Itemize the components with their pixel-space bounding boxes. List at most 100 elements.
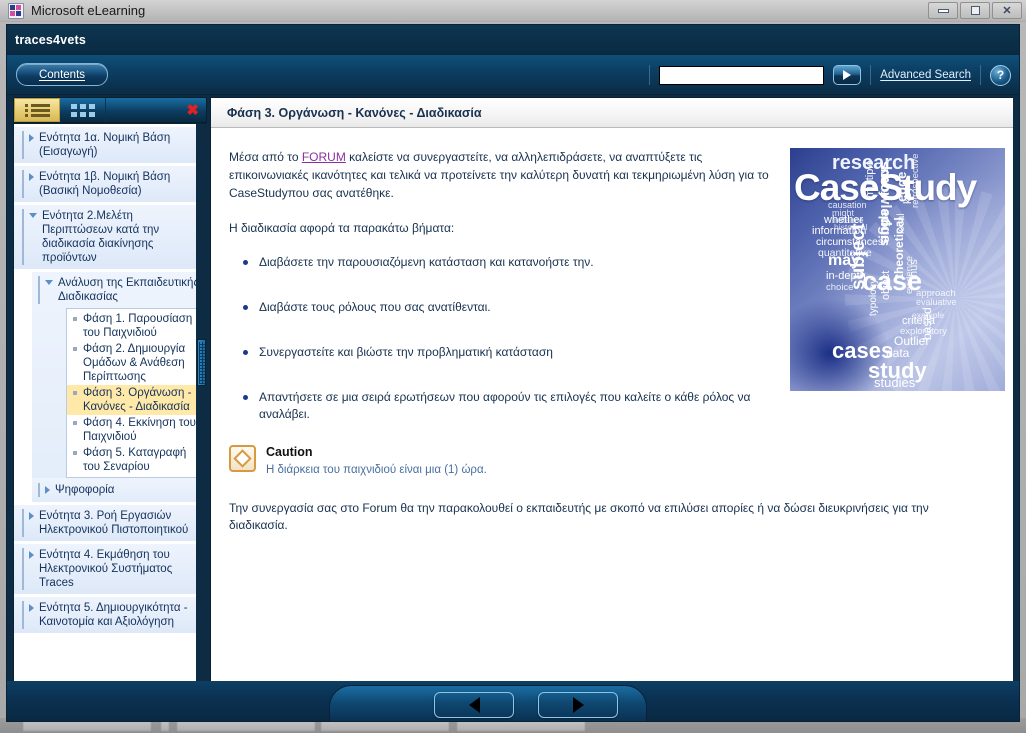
- minimize-icon: [937, 8, 949, 13]
- wordcloud-word-based: based: [920, 307, 934, 340]
- wordcloud-word-evaluative: evaluative: [916, 297, 957, 307]
- next-page-button[interactable]: [538, 692, 618, 718]
- tree-indent-bar: [22, 601, 24, 629]
- toolbar-right-group: Advanced Search ?: [649, 55, 1011, 95]
- tree-leaf-label: Φάση 2. Δημιουργία Ομάδων & Ανάθεση Περί…: [83, 343, 186, 383]
- tree-item-label: Ενότητα 2.Μελέτη Περιπτώσεων κατά την δι…: [42, 210, 160, 264]
- tree-leaf-phase-1[interactable]: Φάση 1. Παρουσίαση του Παιχνιδιού: [67, 311, 201, 341]
- tree-leaf-phase-2[interactable]: Φάση 2. Δημιουργία Ομάδων & Ανάθεση Περί…: [67, 341, 201, 385]
- wordcloud-word-key: key: [902, 186, 914, 204]
- maximize-icon: [970, 6, 980, 15]
- caution-diamond-icon: [229, 445, 256, 472]
- tree-indent-bar: [22, 509, 24, 537]
- elearning-app: traces4vets Contents Advanced Search ? ✖…: [6, 24, 1020, 722]
- intro-paragraph: Μέσα από το FORUM καλείστε να συνεργαστε…: [229, 148, 769, 202]
- chevron-right-icon[interactable]: [29, 512, 34, 520]
- chevron-right-icon[interactable]: [29, 173, 34, 181]
- tree-item-label: Ενότητα 5. Δημιουργικότητα - Καινοτομία …: [39, 602, 188, 628]
- tree-indent-bar: [22, 170, 24, 198]
- wordcloud-word-focus: focus: [876, 161, 891, 196]
- tree-indent-bar: [38, 276, 40, 304]
- chevron-down-icon[interactable]: [29, 213, 37, 218]
- tree-indent-bar: [22, 548, 24, 590]
- forum-link[interactable]: FORUM: [302, 150, 346, 164]
- wordcloud-word-typology: typology: [868, 278, 879, 316]
- minimize-button[interactable]: [928, 2, 958, 19]
- caution-callout: Caution Η διάρκεια του παιχνιδιού είναι …: [229, 445, 1015, 478]
- contents-button[interactable]: Contents: [16, 63, 108, 86]
- intro-text-before: Μέσα από το: [229, 150, 302, 164]
- chevron-right-icon[interactable]: [29, 134, 34, 142]
- microsoft-squares-icon: [8, 2, 24, 19]
- tree-leaf-label: Φάση 3. Οργάνωση - Κανόνες - Διαδικασία: [83, 387, 192, 413]
- tree-item-label: Ενότητα 1α. Νομική Βάση (Εισαγωγή): [39, 132, 171, 158]
- list-item: Απαντήσετε σε μια σειρά ερωτήσεων που αφ…: [241, 389, 786, 423]
- tree-item-voting[interactable]: Ψηφοφορία: [32, 478, 206, 502]
- tree-item-label: Ενότητα 4. Εκμάθηση του Ηλεκτρονικού Συσ…: [39, 549, 173, 589]
- chevron-right-icon[interactable]: [29, 604, 34, 612]
- play-arrow-icon: [843, 70, 852, 80]
- tab-list-view[interactable]: [14, 98, 60, 122]
- search-go-button[interactable]: [833, 65, 862, 85]
- tree-leaf-label: Φάση 1. Παρουσίαση του Παιχνιδιού: [83, 313, 193, 339]
- tree-item-unit-5[interactable]: Ενότητα 5. Δημιουργικότητα - Καινοτομία …: [14, 597, 206, 633]
- brand-name: traces4vets: [15, 33, 87, 47]
- tree-leaf-label: Φάση 4. Εκκίνηση του Παιχνιδιού: [83, 417, 196, 443]
- help-icon: ?: [996, 68, 1005, 82]
- tree-leaf-label: Φάση 5. Καταγραφή του Σεναρίου: [83, 447, 187, 473]
- window-titlebar[interactable]: Microsoft eLearning ✕: [0, 0, 1026, 21]
- tree-scrollbar-thumb[interactable]: [197, 339, 206, 386]
- help-button[interactable]: ?: [990, 64, 1011, 86]
- list-item: Διαβάστε τους ρόλους που σας ανατίθενται…: [241, 299, 786, 316]
- tree-item-unit-1b[interactable]: Ενότητα 1β. Νομική Βάση (Βασική Νομοθεσί…: [14, 166, 206, 202]
- tree-item-unit-2[interactable]: Ενότητα 2.Μελέτη Περιπτώσεων κατά την δι…: [14, 205, 206, 269]
- list-item: Διαβάσετε την παρουσιαζόμενη κατάσταση κ…: [241, 254, 786, 271]
- maximize-button[interactable]: [960, 2, 990, 19]
- toolbar-divider-3: [980, 65, 981, 85]
- tree-leaf-phase-3[interactable]: Φάση 3. Οργάνωση - Κανόνες - Διαδικασία: [67, 385, 201, 415]
- sidebar-close-button[interactable]: ✖: [186, 103, 199, 118]
- arrow-left-icon: [468, 697, 480, 713]
- tab-grid-view[interactable]: [60, 98, 106, 122]
- chevron-down-icon[interactable]: [45, 280, 53, 285]
- chevron-right-icon[interactable]: [45, 486, 50, 494]
- wordcloud-word-subject: subject: [848, 223, 869, 290]
- tree-leaf-phase-5[interactable]: Φάση 5. Καταγραφή του Σεναρίου: [67, 445, 201, 475]
- tree-leaf-phase-4[interactable]: Φάση 4. Εκκίνηση του Παιχνιδιού: [67, 415, 201, 445]
- close-button[interactable]: ✕: [992, 2, 1022, 19]
- list-view-icon: [24, 103, 50, 117]
- brand-bar: traces4vets: [7, 25, 1019, 55]
- tree-indent-bar: [22, 209, 24, 265]
- previous-page-button[interactable]: [434, 692, 514, 718]
- search-input[interactable]: [659, 65, 825, 85]
- tree-item-analysis[interactable]: Ανάλυση της Εκπαιδευτικής Διαδικασίας: [32, 272, 206, 308]
- tree-scrollbar[interactable]: [196, 124, 207, 717]
- sidebar: ✖ Ενότητα 1α. Νομική Βάση (Εισαγωγή) Ενό…: [13, 97, 207, 717]
- chevron-right-icon[interactable]: [29, 551, 34, 559]
- wordcloud-word-thus: thus: [908, 259, 920, 280]
- tree-item-unit-4[interactable]: Ενότητα 4. Εκμάθηση του Ηλεκτρονικού Συσ…: [14, 544, 206, 594]
- content-body: Μέσα από το FORUM καλείστε να συνεργαστε…: [211, 128, 1015, 534]
- tree-item-unit-3[interactable]: Ενότητα 3. Ροή Εργασιών Ηλεκτρονικού Πισ…: [14, 505, 206, 541]
- caution-text-group: Caution Η διάρκεια του παιχνιδιού είναι …: [266, 445, 487, 478]
- page-title: Φάση 3. Οργάνωση - Κανόνες - Διαδικασία: [227, 105, 482, 120]
- scrollbar-grip-icon: [199, 342, 205, 384]
- diamond-shape: [233, 449, 252, 468]
- caution-title: Caution: [266, 445, 313, 459]
- wordcloud-word-studies: studies: [874, 375, 916, 390]
- leaf-bullet-icon: [73, 391, 77, 395]
- advanced-search-link[interactable]: Advanced Search: [880, 69, 971, 81]
- leaf-bullet-icon: [73, 347, 77, 351]
- toolbar-divider-1: [649, 65, 651, 85]
- steps-intro-paragraph: Η διαδικασία αφορά τα παρακάτω βήματα:: [229, 221, 455, 235]
- wordcloud-word-local: local: [896, 213, 907, 234]
- wordcloud-word-multiple: multiple: [864, 160, 876, 198]
- tree-indent-bar: [38, 483, 40, 497]
- tree-item-unit-1a[interactable]: Ενότητα 1α. Νομική Βάση (Εισαγωγή): [14, 127, 206, 163]
- caution-body: Η διάρκεια του παιχνιδιού είναι μια (1) …: [266, 464, 487, 476]
- case-study-word-cloud: research CaseStudy knowledge focus edge …: [790, 148, 1005, 391]
- content-panel: Φάση 3. Οργάνωση - Κανόνες - Διαδικασία …: [210, 97, 1016, 717]
- closing-paragraph: Την συνεργασία σας στο Forum θα την παρα…: [229, 501, 929, 532]
- tree-indent-bar: [22, 131, 24, 159]
- bottom-navigation-bar: [7, 681, 1019, 721]
